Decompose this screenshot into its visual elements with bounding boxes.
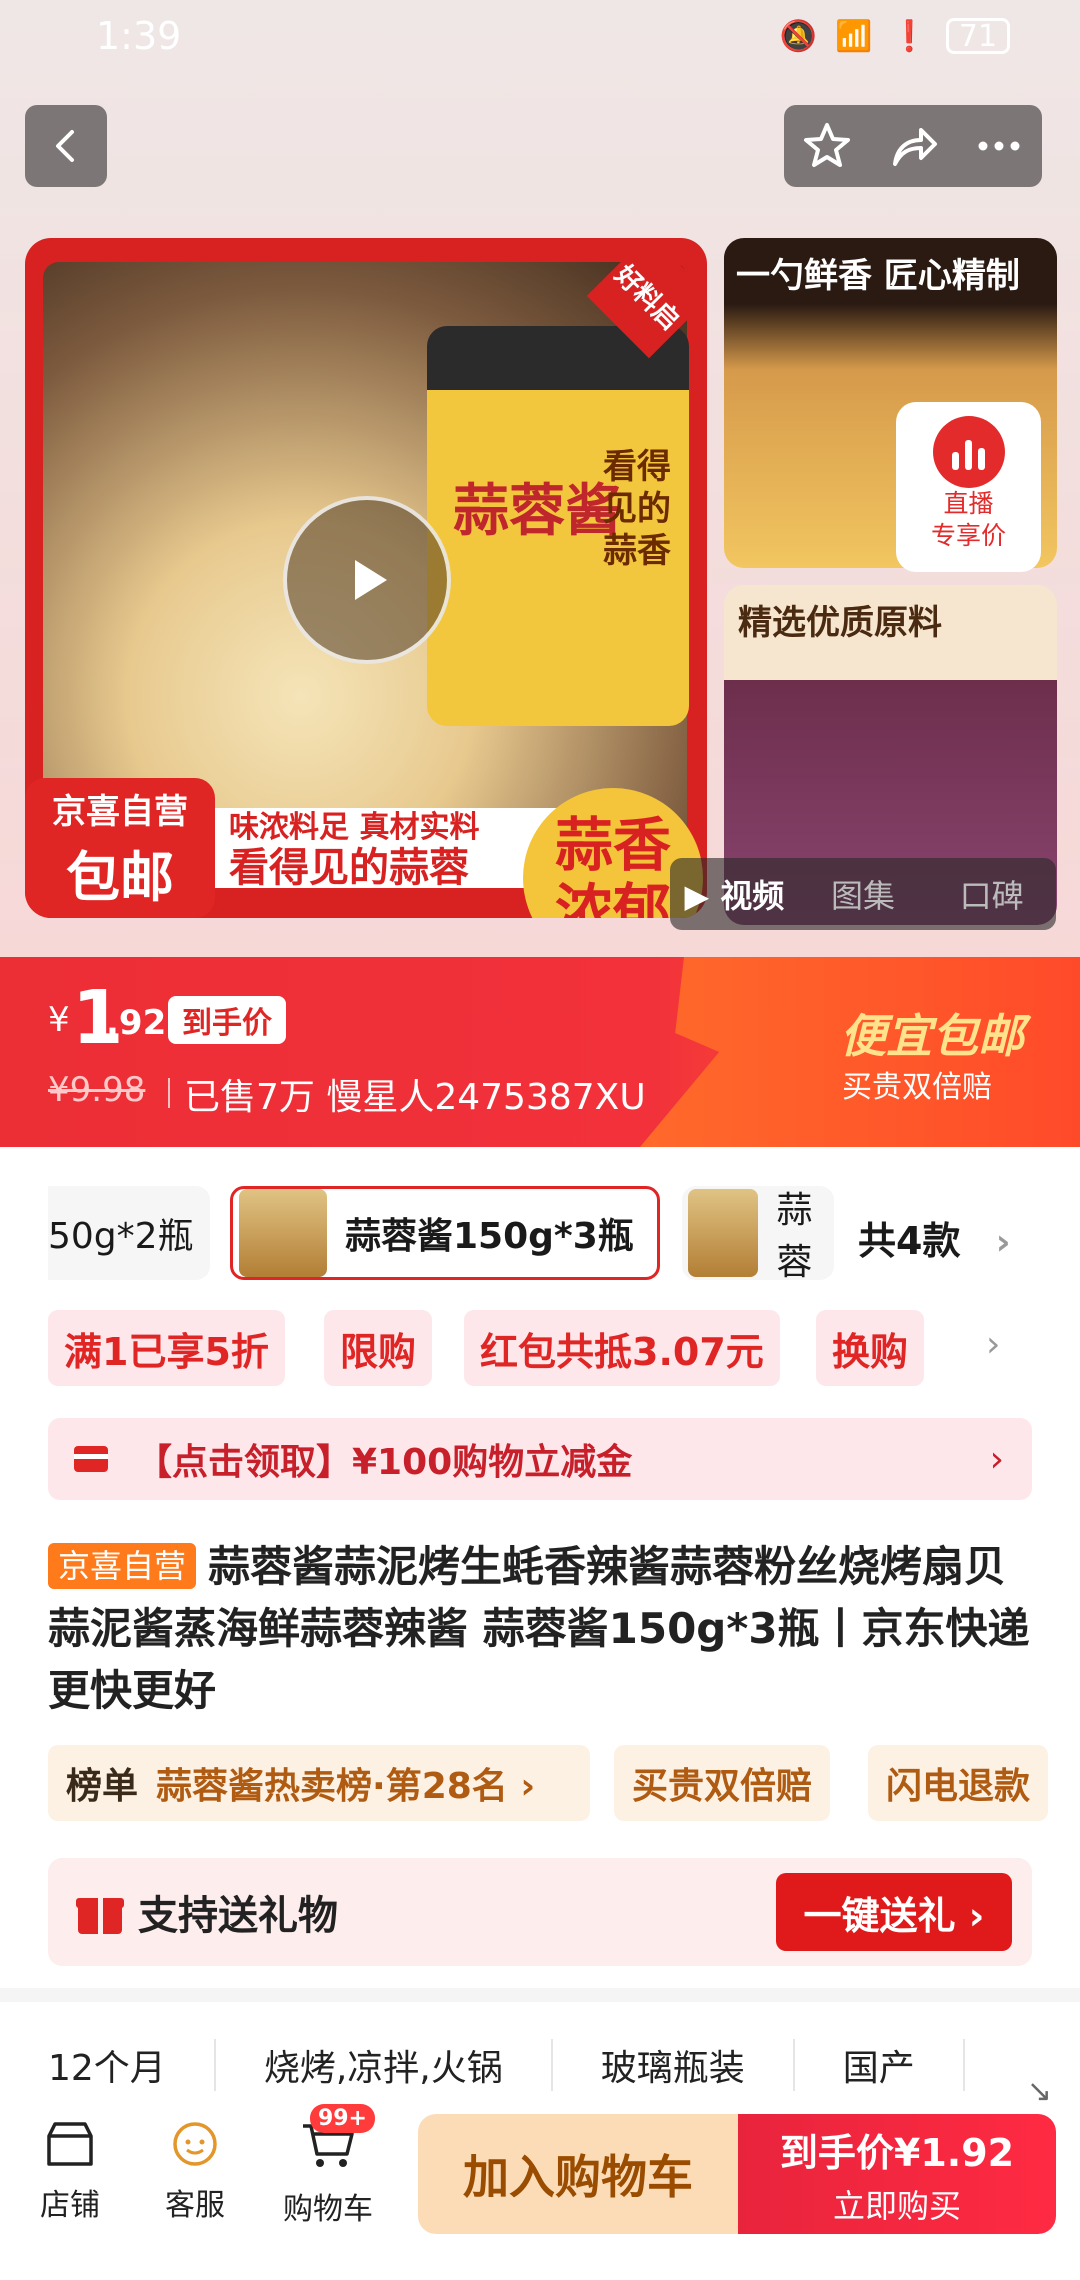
tab-gallery[interactable]: 图集 bbox=[799, 871, 928, 917]
section-divider bbox=[0, 1988, 1080, 2002]
store-label: 店铺 bbox=[40, 2188, 100, 2223]
battery-icon: 71 bbox=[946, 18, 1010, 54]
share-icon[interactable] bbox=[887, 120, 939, 172]
buy-now-button[interactable]: 到手价¥1.92 立即购买 bbox=[738, 2114, 1056, 2234]
fragrance-line-1: 蒜香 bbox=[554, 811, 671, 879]
variant-thumbnail bbox=[239, 1189, 327, 1277]
spec-origin: 国产 bbox=[795, 2039, 965, 2091]
chevron-right-icon: › bbox=[989, 1438, 1004, 1480]
jingxi-tag: 京喜自营 bbox=[48, 1543, 197, 1589]
mute-icon: 🔕 bbox=[779, 18, 818, 54]
buy-price-label: 到手价¥1.92 bbox=[779, 2130, 1015, 2175]
customer-service-button[interactable]: 客服 bbox=[145, 2116, 245, 2224]
promo-exchange[interactable]: 换购 bbox=[816, 1310, 925, 1386]
play-icon bbox=[355, 560, 387, 600]
free-shipping-label: 包邮 bbox=[66, 846, 174, 909]
jar-title: 蒜蓉酱 bbox=[453, 479, 621, 544]
refund-chip[interactable]: 闪电退款 bbox=[868, 1745, 1049, 1821]
variant-option-selected[interactable]: 蒜蓉酱150g*3瓶 bbox=[230, 1186, 660, 1280]
live-label: 直播 bbox=[943, 489, 994, 518]
gift-banner: 支持送礼物 一键送礼 › bbox=[48, 1858, 1032, 1966]
promo-subtitle: 买贵双倍赔 bbox=[842, 1070, 992, 1105]
star-icon[interactable] bbox=[801, 120, 853, 172]
top-actions bbox=[784, 105, 1042, 187]
cart-icon-wrap: 99+ bbox=[299, 2104, 375, 2178]
price-currency: ¥ bbox=[48, 1000, 70, 1040]
add-to-cart-button[interactable]: 加入购物车 bbox=[418, 2114, 738, 2234]
cart-badge: 99+ bbox=[309, 2104, 375, 2133]
spec-row[interactable]: 12个月 烧烤,凉拌,火锅 玻璃瓶装 国产 ↘ bbox=[0, 2030, 1080, 2109]
spec-shelf-life: 12个月 bbox=[0, 2039, 216, 2091]
original-price: ¥9.98 bbox=[48, 1070, 146, 1110]
battery-level: 71 bbox=[958, 18, 998, 54]
gift-icon bbox=[76, 1890, 124, 1934]
ranking-key: 榜单 bbox=[66, 1766, 139, 1807]
cart-label: 购物车 bbox=[283, 2192, 373, 2227]
coupon-text: 【点击领取】¥100购物立减金 bbox=[136, 1442, 633, 1483]
sold-count: 已售7万 慢星人2475387XU bbox=[168, 1068, 646, 1120]
main-product-image[interactable]: 蒜蓉酱 看得见的蒜香 好料启 味浓料足 真材实料 看得见的蒜蓉 京喜自营 包邮 … bbox=[25, 238, 707, 918]
variant-option[interactable]: 50g*2瓶 bbox=[48, 1186, 210, 1280]
tab-video-label: 视频 bbox=[720, 877, 785, 915]
variant-label: 蒜蓉酱150g*3瓶 bbox=[345, 1216, 634, 1257]
variant-thumbnail bbox=[688, 1189, 759, 1277]
chevron-right-icon[interactable]: › bbox=[986, 1324, 1000, 1365]
status-bar: 1:39 🔕 📶 ❗ 71 bbox=[0, 0, 1080, 70]
store-icon bbox=[47, 2122, 93, 2166]
send-gift-button[interactable]: 一键送礼 › bbox=[776, 1873, 1012, 1951]
spec-package: 玻璃瓶装 bbox=[553, 2039, 795, 2091]
variant-option[interactable]: 蒜蓉 bbox=[682, 1186, 834, 1280]
more-icon[interactable] bbox=[973, 120, 1025, 172]
tab-video[interactable]: ▶ 视频 bbox=[670, 871, 799, 917]
buy-now-label: 立即购买 bbox=[832, 2186, 961, 2225]
expand-icon: ↘ bbox=[1026, 2074, 1052, 2109]
coupon-banner[interactable]: 【点击领取】¥100购物立减金 › bbox=[48, 1418, 1032, 1500]
jar-side-text: 看得见的蒜香 bbox=[603, 447, 671, 571]
product-jar: 蒜蓉酱 看得见的蒜香 bbox=[427, 326, 689, 726]
customer-service-icon bbox=[173, 2122, 217, 2166]
fragrance-line-2: 浓郁 bbox=[554, 877, 671, 918]
thumb-1-title: 一勺鲜香 匠心精制 bbox=[736, 256, 1020, 296]
variant-label: 50g*2瓶 bbox=[48, 1216, 194, 1257]
status-icons: 🔕 📶 ❗ 71 bbox=[780, 18, 1010, 54]
promo-redpacket[interactable]: 红包共抵3.07元 bbox=[464, 1310, 780, 1386]
live-stream-button[interactable]: 直播 专享价 bbox=[896, 402, 1041, 572]
gift-text: 支持送礼物 bbox=[138, 1893, 338, 1939]
jingxi-badge: 京喜自营 包邮 bbox=[25, 778, 215, 918]
cart-button[interactable]: 99+ 购物车 bbox=[278, 2104, 378, 2228]
alert-icon: ❗ bbox=[890, 18, 928, 54]
price-decimal: .92 bbox=[106, 1003, 167, 1043]
live-price-label: 专享价 bbox=[930, 521, 1006, 550]
back-button[interactable] bbox=[25, 105, 107, 187]
promo-title: 便宜包邮 bbox=[840, 1009, 1024, 1063]
store-button[interactable]: 店铺 bbox=[20, 2116, 120, 2224]
variant-count[interactable]: 共4款 › bbox=[858, 1210, 1011, 1265]
card-icon bbox=[74, 1446, 108, 1472]
rank-row: 榜单 蒜蓉酱热卖榜·第28名 › 买贵双倍赔 闪电退款 bbox=[48, 1745, 1080, 1821]
promo-limit[interactable]: 限购 bbox=[324, 1310, 433, 1386]
final-price-tag: 到手价 bbox=[168, 996, 286, 1044]
jingxi-label: 京喜自营 bbox=[52, 792, 188, 832]
ranking-value: 蒜蓉酱热卖榜·第28名 › bbox=[156, 1766, 536, 1807]
guarantee-chip[interactable]: 买贵双倍赔 bbox=[614, 1745, 831, 1821]
product-title: 京喜自营 蒜蓉酱蒜泥烤生蚝香辣酱蒜蓉粉丝烧烤扇贝蒜泥酱蒸海鲜蒜蓉辣酱 蒜蓉酱150… bbox=[48, 1536, 1038, 1722]
media-tabs: ▶ 视频 图集 口碑 bbox=[670, 858, 1056, 930]
thumb-2-title: 精选优质原料 bbox=[738, 603, 942, 643]
variant-label: 蒜蓉 bbox=[776, 1190, 813, 1280]
tab-reviews[interactable]: 口碑 bbox=[927, 871, 1056, 917]
play-video-button[interactable] bbox=[283, 496, 451, 664]
promo-discount[interactable]: 满1已享5折 bbox=[48, 1310, 285, 1386]
spec-usage: 烧烤,凉拌,火锅 bbox=[216, 2039, 553, 2091]
variant-count-label: 共4款 bbox=[858, 1219, 961, 1263]
variant-selector: 50g*2瓶 蒜蓉酱150g*3瓶 蒜蓉 共4款 › bbox=[0, 1186, 1080, 1286]
wifi-icon: 📶 bbox=[835, 18, 873, 54]
back-arrow-icon bbox=[56, 130, 74, 162]
live-icon bbox=[932, 416, 1005, 488]
ranking-chip[interactable]: 榜单 蒜蓉酱热卖榜·第28名 › bbox=[48, 1745, 590, 1821]
chevron-right-icon: › bbox=[995, 1222, 1011, 1263]
customer-service-label: 客服 bbox=[165, 2188, 225, 2223]
status-time: 1:39 bbox=[96, 14, 182, 58]
promo-tags: 满1已享5折 限购 红包共抵3.07元 换购 › bbox=[48, 1310, 1048, 1388]
bottom-bar: 店铺 客服 99+ 购物车 加入购物车 到手价¥1.92 立即购买 bbox=[0, 2104, 1080, 2280]
